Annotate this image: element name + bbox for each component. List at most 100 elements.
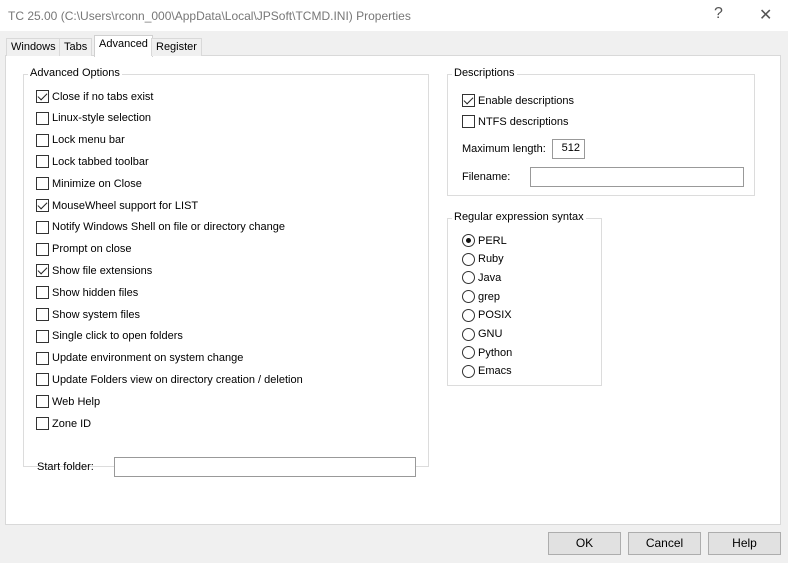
option-checkbox[interactable]: Lock menu bar: [36, 133, 125, 147]
checkbox-icon: [36, 199, 49, 212]
option-checkbox[interactable]: Update environment on system change: [36, 351, 244, 365]
window-title: TC 25.00 (C:\Users\rconn_000\AppData\Loc…: [8, 9, 411, 23]
group-label: Regular expression syntax: [452, 211, 586, 223]
option-checkbox[interactable]: Zone ID: [36, 417, 91, 430]
radio-icon: [462, 346, 475, 360]
radio-label: PERL: [478, 234, 507, 247]
group-label: Descriptions: [452, 67, 517, 79]
checkbox-icon: [36, 264, 49, 278]
checkbox-label: Web Help: [52, 395, 101, 408]
tab-windows[interactable]: Windows: [6, 38, 61, 56]
checkbox-icon: [36, 329, 49, 343]
checkbox-label: Update Folders view on directory creatio…: [52, 373, 303, 386]
regex-radio-gnu[interactable]: GNU: [462, 327, 503, 341]
tab-panel-advanced: Advanced Options Close if no tabs exist L…: [5, 55, 781, 525]
filename-input[interactable]: [530, 167, 744, 187]
radio-label: Java: [478, 271, 502, 284]
radio-icon: [462, 364, 475, 378]
checkbox-icon: [36, 395, 49, 409]
advanced-options-group: Advanced Options Close if no tabs exist L…: [23, 67, 429, 477]
checkbox-icon: [36, 417, 49, 430]
regex-radio-posix[interactable]: POSIX: [462, 308, 512, 322]
close-button[interactable]: ✕: [759, 5, 772, 25]
checkbox-icon: [462, 94, 475, 107]
checkbox-label: Minimize on Close: [52, 177, 142, 190]
radio-icon: [462, 327, 475, 341]
cancel-button[interactable]: Cancel: [628, 532, 701, 555]
checkbox-label: NTFS descriptions: [478, 115, 569, 128]
max-length-input[interactable]: 512: [552, 139, 585, 159]
filename-label: Filename:: [462, 171, 511, 183]
checkbox-label: Notify Windows Shell on file or director…: [52, 221, 285, 234]
radio-label: Emacs: [478, 365, 512, 378]
radio-label: grep: [478, 290, 501, 303]
checkbox-label: Lock menu bar: [52, 134, 125, 147]
checkbox-label: Show hidden files: [52, 286, 139, 299]
start-folder-input[interactable]: [114, 457, 416, 477]
radio-icon: [462, 252, 475, 266]
checkbox-icon: [36, 308, 49, 321]
checkbox-icon: [36, 155, 49, 169]
ok-button[interactable]: OK: [548, 532, 621, 555]
checkbox-icon: [36, 242, 49, 256]
radio-icon: [462, 308, 475, 322]
title-bar: TC 25.00 (C:\Users\rconn_000\AppData\Loc…: [0, 0, 788, 31]
checkbox-icon: [36, 286, 49, 300]
checkbox-icon: [36, 177, 49, 191]
help-button[interactable]: ?: [714, 5, 723, 23]
option-checkbox[interactable]: Show file extensions: [36, 264, 153, 278]
checkbox-icon: [36, 220, 49, 234]
ntfs-descriptions-checkbox[interactable]: NTFS descriptions: [462, 115, 568, 128]
regex-radio-grep[interactable]: grep: [462, 290, 501, 304]
help-dialog-button[interactable]: Help: [708, 532, 781, 555]
checkbox-label: Enable descriptions: [478, 94, 575, 107]
checkbox-icon: [36, 351, 49, 365]
checkbox-label: Lock tabbed toolbar: [52, 155, 149, 168]
tab-register[interactable]: Register: [151, 38, 202, 56]
option-checkbox[interactable]: Web Help: [36, 395, 101, 409]
radio-icon: [462, 290, 475, 304]
option-checkbox[interactable]: Update Folders view on directory creatio…: [36, 373, 303, 387]
regex-radio-emacs[interactable]: Emacs: [462, 364, 512, 378]
regex-radio-java[interactable]: Java: [462, 271, 502, 285]
option-checkbox[interactable]: Prompt on close: [36, 242, 132, 256]
radio-label: POSIX: [478, 309, 512, 322]
radio-label: Ruby: [478, 253, 504, 266]
option-checkbox[interactable]: Show system files: [36, 308, 140, 321]
tab-advanced[interactable]: Advanced: [94, 35, 153, 57]
checkbox-label: Show file extensions: [52, 264, 153, 277]
checkbox-icon: [36, 111, 49, 125]
checkbox-label: MouseWheel support for LIST: [52, 199, 199, 212]
enable-descriptions-checkbox[interactable]: Enable descriptions: [462, 94, 574, 107]
checkbox-icon: [36, 90, 49, 103]
radio-label: Python: [478, 346, 513, 359]
max-length-label: Maximum length:: [462, 143, 546, 155]
checkbox-icon: [36, 133, 49, 147]
checkbox-label: Single click to open folders: [52, 330, 183, 343]
checkbox-label: Close if no tabs exist: [52, 90, 154, 103]
radio-icon: [462, 234, 475, 247]
option-checkbox[interactable]: Lock tabbed toolbar: [36, 155, 149, 169]
checkbox-label: Prompt on close: [52, 243, 132, 256]
start-folder-label: Start folder:: [37, 461, 94, 473]
regex-syntax-group: Regular expression syntax PERL Ruby Java gr…: [447, 211, 602, 386]
regex-radio-ruby[interactable]: Ruby: [462, 252, 504, 266]
option-checkbox[interactable]: Linux-style selection: [36, 111, 152, 125]
option-checkbox[interactable]: MouseWheel support for LIST: [36, 199, 198, 212]
option-checkbox[interactable]: Close if no tabs exist: [36, 90, 154, 103]
regex-radio-perl[interactable]: PERL: [462, 234, 507, 247]
checkbox-label: Show system files: [52, 308, 141, 321]
descriptions-group: Descriptions Enable descriptions NTFS de…: [447, 67, 755, 196]
group-label: Advanced Options: [28, 67, 122, 79]
option-checkbox[interactable]: Show hidden files: [36, 286, 139, 300]
checkbox-label: Linux-style selection: [52, 112, 152, 125]
tab-tabs[interactable]: Tabs: [59, 38, 93, 56]
regex-radio-python[interactable]: Python: [462, 346, 513, 360]
radio-label: GNU: [478, 328, 503, 340]
checkbox-icon: [36, 373, 49, 387]
radio-icon: [462, 271, 475, 285]
option-checkbox[interactable]: Minimize on Close: [36, 177, 142, 191]
option-checkbox[interactable]: Notify Windows Shell on file or director…: [36, 220, 285, 234]
checkbox-label: Update environment on system change: [52, 352, 244, 365]
option-checkbox[interactable]: Single click to open folders: [36, 329, 183, 343]
